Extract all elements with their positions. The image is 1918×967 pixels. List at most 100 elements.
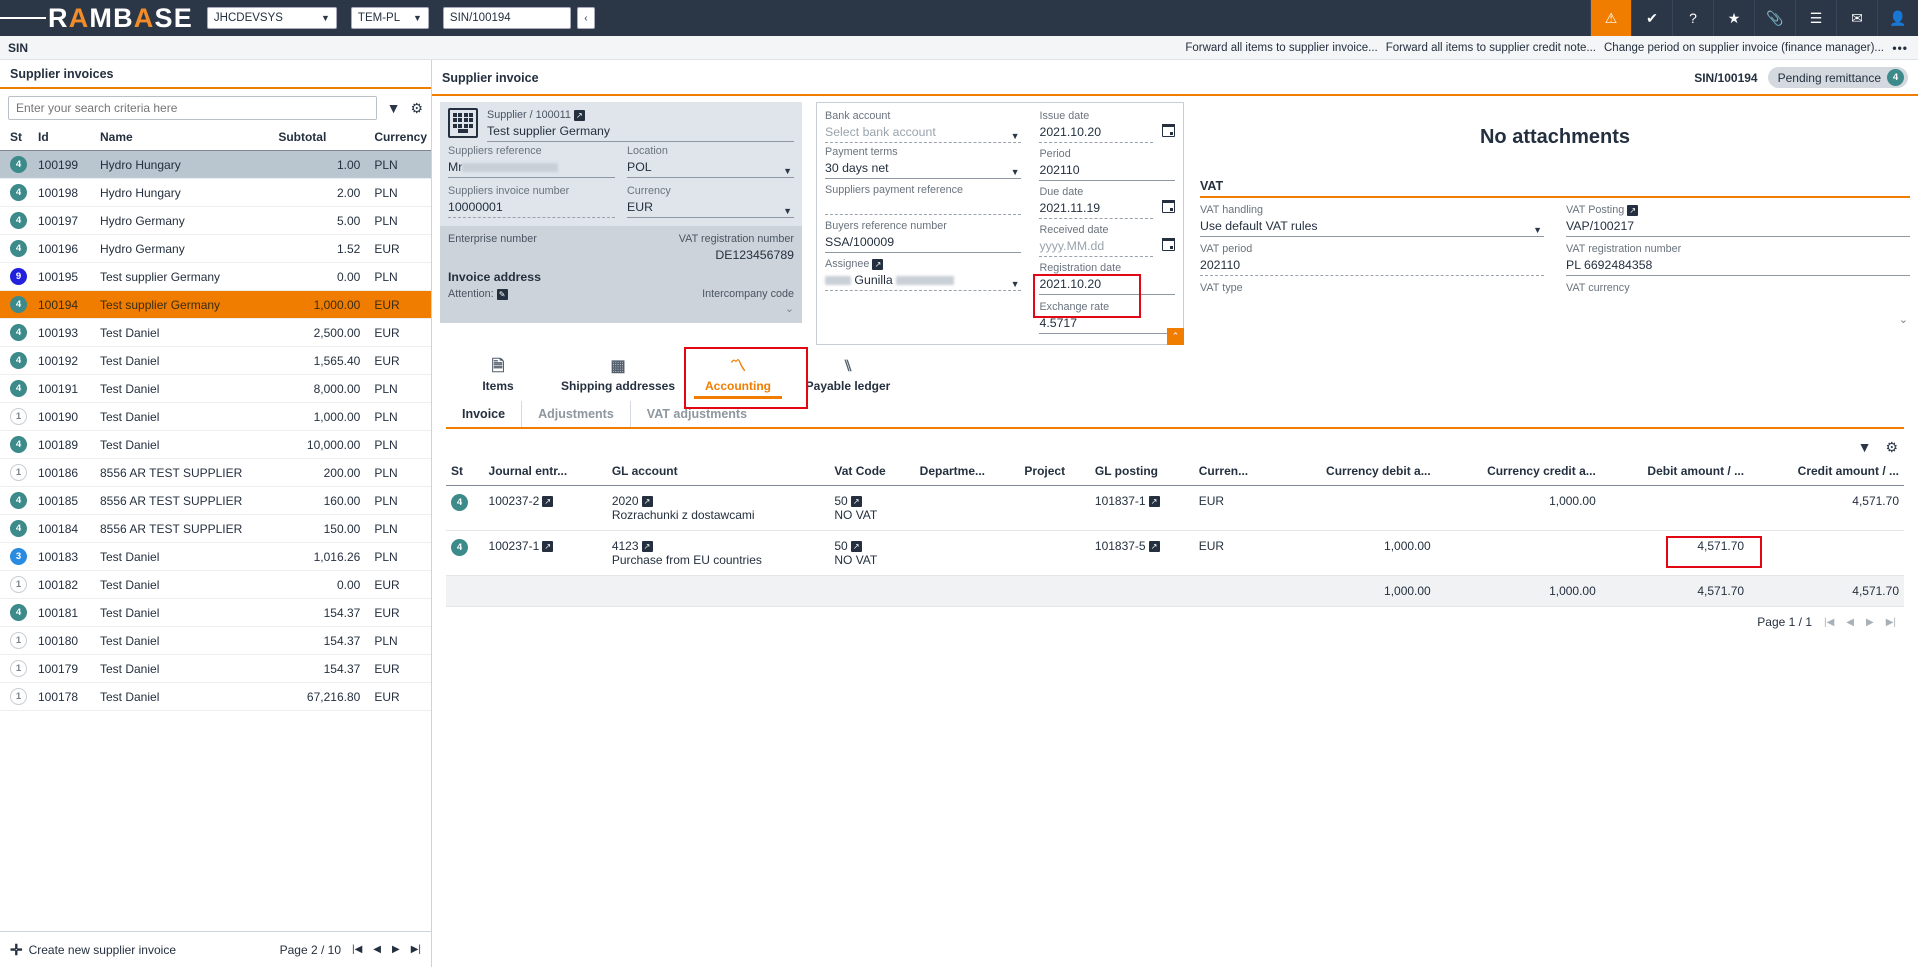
status-badge[interactable]: Pending remittance 4 [1768, 67, 1908, 88]
table-row[interactable]: 1100179Test Daniel154.37EUR [0, 655, 431, 683]
table-row[interactable]: 41001858556 AR TEST SUPPLIER160.00PLN [0, 487, 431, 515]
attachment-icon[interactable]: 📎 [1754, 0, 1795, 36]
table-row[interactable]: 4100194Test supplier Germany1,000.00EUR [0, 291, 431, 319]
next-page-icon[interactable]: ▶ [392, 944, 400, 955]
vat-handling-value[interactable]: Use default VAT rules [1200, 218, 1544, 237]
company-select[interactable]: TEM-PL ▼ [351, 7, 429, 29]
filter-icon[interactable]: ▼ [1858, 439, 1872, 456]
grid-col-0[interactable]: St [446, 460, 484, 486]
first-page-icon[interactable]: |◀ [352, 944, 362, 955]
chevron-down-icon[interactable]: ▼ [1011, 167, 1020, 177]
vat-period-value[interactable]: 202110 [1200, 257, 1544, 276]
table-row[interactable]: 4100192Test Daniel1,565.40EUR [0, 347, 431, 375]
table-row[interactable]: 4100191Test Daniel8,000.00PLN [0, 375, 431, 403]
document-search-input[interactable]: SIN/100194 [443, 7, 571, 29]
grid-vat-code[interactable]: 50↗NO VAT [829, 531, 914, 576]
grid-gl-account[interactable]: 2020↗Rozrachunki z dostawcami [607, 486, 830, 531]
grid-col-11[interactable]: Credit amount / ... [1749, 460, 1904, 486]
expand-chevron-icon[interactable]: ⌄ [448, 302, 794, 315]
grid-col-8[interactable]: Currency debit a... [1276, 460, 1435, 486]
favorites-icon[interactable]: ★ [1713, 0, 1754, 36]
collapse-panel-icon[interactable]: ⌃ [1167, 328, 1184, 345]
first-page-icon[interactable]: |◀ [1824, 617, 1834, 628]
tab-payable-ledger[interactable]: ⑊ Payable ledger [790, 353, 906, 399]
subtab-vat-adjustments[interactable]: VAT adjustments [630, 401, 763, 427]
chevron-down-icon[interactable]: ▼ [1011, 131, 1020, 141]
next-page-icon[interactable]: ▶ [1866, 617, 1874, 628]
col-id[interactable]: Id [34, 127, 96, 151]
table-row[interactable]: 4100193Test Daniel2,500.00EUR [0, 319, 431, 347]
grid-col-7[interactable]: Curren... [1194, 460, 1277, 486]
grid-col-1[interactable]: Journal entr... [484, 460, 607, 486]
external-link-icon[interactable]: ↗ [872, 259, 883, 270]
tab-accounting[interactable]: 〽 Accounting [686, 353, 790, 399]
alert-icon[interactable]: ⚠ [1590, 0, 1631, 36]
table-row[interactable]: 1100190Test Daniel1,000.00PLN [0, 403, 431, 431]
tab-shipping-addresses[interactable]: ▦ Shipping addresses [550, 353, 686, 399]
user-icon[interactable]: 👤 [1877, 0, 1918, 36]
filter-icon[interactable]: ▼ [387, 100, 401, 116]
subtab-adjustments[interactable]: Adjustments [521, 401, 630, 427]
grid-vat-code[interactable]: 50↗NO VAT [829, 486, 914, 531]
suppliers-reference-value[interactable]: Mr [448, 159, 615, 178]
prev-page-icon[interactable]: ◀ [1846, 617, 1854, 628]
tasks-icon[interactable]: ☰ [1795, 0, 1836, 36]
assignee-value[interactable]: Gunilla [825, 272, 1021, 291]
grid-col-3[interactable]: Vat Code [829, 460, 914, 486]
grid-row[interactable]: 4100237-2↗2020↗Rozrachunki z dostawcami5… [446, 486, 1904, 531]
action-forward-supplier-credit-note[interactable]: Forward all items to supplier credit not… [1386, 42, 1596, 54]
table-row[interactable]: 4100196Hydro Germany1.52EUR [0, 235, 431, 263]
col-currency[interactable]: Currency [364, 127, 431, 151]
col-subtotal[interactable]: Subtotal [274, 127, 364, 151]
last-page-icon[interactable]: ▶| [1886, 617, 1896, 628]
calendar-icon[interactable] [1162, 238, 1175, 251]
grid-col-10[interactable]: Debit amount / ... [1601, 460, 1749, 486]
grid-gl-posting[interactable]: 101837-1↗ [1090, 486, 1194, 531]
external-link-icon[interactable]: ↗ [574, 110, 585, 121]
back-button[interactable]: ‹ [577, 7, 595, 29]
table-row[interactable]: 9100195Test supplier Germany0.00PLN [0, 263, 431, 291]
tab-items[interactable]: 🗎 Items [446, 353, 550, 399]
buyers-reference-number-value[interactable]: SSA/100009 [825, 234, 1021, 253]
period-value[interactable]: 202110 [1039, 162, 1175, 181]
external-link-icon[interactable]: ↗ [1627, 205, 1638, 216]
table-row[interactable]: 3100183Test Daniel1,016.26PLN [0, 543, 431, 571]
currency-value[interactable]: EUR [627, 199, 794, 218]
table-row[interactable]: 4100198Hydro Hungary2.00PLN [0, 179, 431, 207]
grid-gl-posting[interactable]: 101837-5↗ [1090, 531, 1194, 576]
calendar-icon[interactable] [1162, 200, 1175, 213]
grid-col-6[interactable]: GL posting [1090, 460, 1194, 486]
table-row[interactable]: 1100182Test Daniel0.00EUR [0, 571, 431, 599]
table-row[interactable]: 4100189Test Daniel10,000.00PLN [0, 431, 431, 459]
table-row[interactable]: 1100178Test Daniel67,216.80EUR [0, 683, 431, 711]
grid-journal-entry[interactable]: 100237-1↗ [484, 531, 607, 576]
vat-type-value[interactable] [1200, 296, 1544, 310]
search-input[interactable] [8, 96, 377, 120]
subtab-invoice[interactable]: Invoice [446, 401, 521, 427]
table-row[interactable]: 4100197Hydro Germany5.00PLN [0, 207, 431, 235]
chevron-down-icon[interactable]: ▼ [783, 166, 792, 176]
grid-row[interactable]: 4100237-1↗4123↗Purchase from EU countrie… [446, 531, 1904, 576]
help-icon[interactable]: ? [1672, 0, 1713, 36]
prev-page-icon[interactable]: ◀ [373, 944, 381, 955]
vat-registration-number-value-2[interactable]: PL 6692484358 [1566, 257, 1910, 276]
table-row[interactable]: 11001868556 AR TEST SUPPLIER200.00PLN [0, 459, 431, 487]
last-page-icon[interactable]: ▶| [411, 944, 421, 955]
registration-date-value[interactable]: 2021.10.20 [1039, 276, 1175, 295]
received-date-value[interactable]: yyyy.MM.dd [1039, 238, 1153, 257]
vat-currency-value[interactable] [1566, 296, 1910, 310]
table-row[interactable]: 4100199Hydro Hungary1.00PLN [0, 151, 431, 179]
grid-col-4[interactable]: Departme... [915, 460, 1020, 486]
calendar-icon[interactable] [1162, 124, 1175, 137]
location-value[interactable]: POL [627, 159, 794, 178]
grid-col-5[interactable]: Project [1019, 460, 1089, 486]
due-date-value[interactable]: 2021.11.19 [1039, 200, 1153, 219]
more-actions-icon[interactable]: ••• [1892, 41, 1908, 55]
grid-journal-entry[interactable]: 100237-2↗ [484, 486, 607, 531]
table-row[interactable]: 4100181Test Daniel154.37EUR [0, 599, 431, 627]
col-st[interactable]: St [0, 127, 34, 151]
action-forward-supplier-invoice[interactable]: Forward all items to supplier invoice... [1185, 42, 1377, 54]
chevron-down-icon[interactable]: ▼ [783, 206, 792, 216]
chevron-down-icon[interactable]: ▼ [1011, 279, 1020, 289]
col-name[interactable]: Name [96, 127, 274, 151]
